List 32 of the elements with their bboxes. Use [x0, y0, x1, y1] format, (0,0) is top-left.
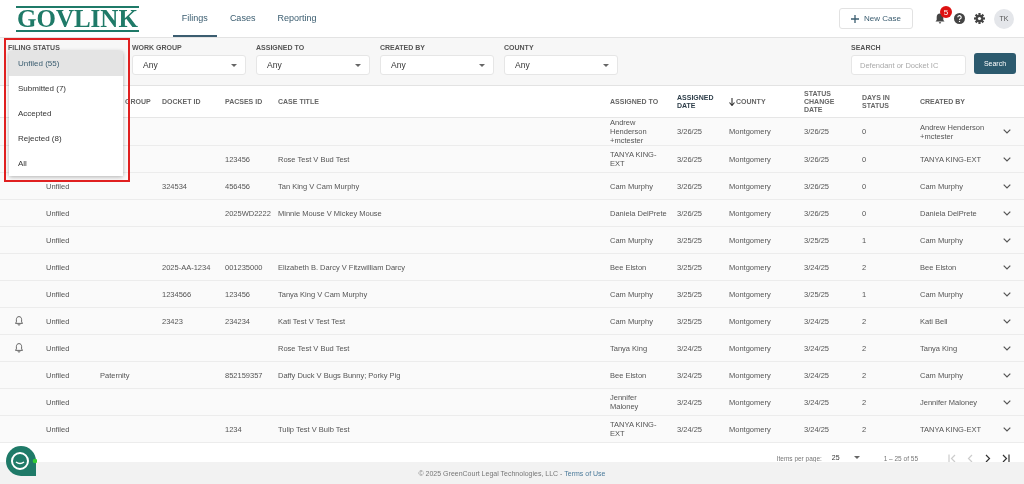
filter-select[interactable]: Any: [256, 55, 370, 75]
nav-tab[interactable]: Reporting: [268, 0, 326, 37]
chevron-down-icon[interactable]: [1003, 264, 1011, 270]
chevron-down-icon[interactable]: [1003, 426, 1011, 432]
chat-icon[interactable]: [5, 445, 37, 478]
help-icon[interactable]: [954, 13, 965, 24]
chevron-down-icon[interactable]: [1003, 237, 1011, 243]
chevron-down-icon[interactable]: [1003, 372, 1011, 378]
chevron-down-icon[interactable]: [1003, 183, 1011, 189]
filter-select[interactable]: Any: [132, 55, 246, 75]
nav-tab[interactable]: Cases: [220, 0, 265, 37]
dropdown-option[interactable]: Submitted (7): [9, 76, 123, 101]
chevron-down-icon[interactable]: [1003, 156, 1011, 162]
chevron-down-icon[interactable]: [1003, 318, 1011, 324]
filter-select[interactable]: Any: [504, 55, 618, 75]
chevron-down-icon[interactable]: [1003, 399, 1011, 405]
dropdown-option[interactable]: Rejected (8): [9, 126, 123, 151]
settings-icon[interactable]: [974, 13, 985, 24]
chevron-down-icon[interactable]: [1003, 291, 1011, 297]
next-page-icon[interactable]: [984, 453, 992, 463]
new-case-button[interactable]: New Case: [839, 8, 913, 29]
filter-select[interactable]: Any: [380, 55, 494, 75]
chevron-down-icon[interactable]: [1003, 129, 1011, 134]
chevron-down-icon[interactable]: [1003, 210, 1011, 216]
dropdown-option[interactable]: Accepted: [9, 101, 123, 126]
last-page-icon[interactable]: [1002, 453, 1010, 463]
logo: GOVLINK: [16, 5, 139, 32]
chevron-down-icon[interactable]: [1003, 345, 1011, 351]
dropdown-option[interactable]: All: [9, 151, 123, 176]
plus-icon: [851, 14, 860, 23]
dropdown-option[interactable]: Unfiled (55): [9, 51, 123, 76]
notification-badge: 5: [940, 6, 952, 18]
